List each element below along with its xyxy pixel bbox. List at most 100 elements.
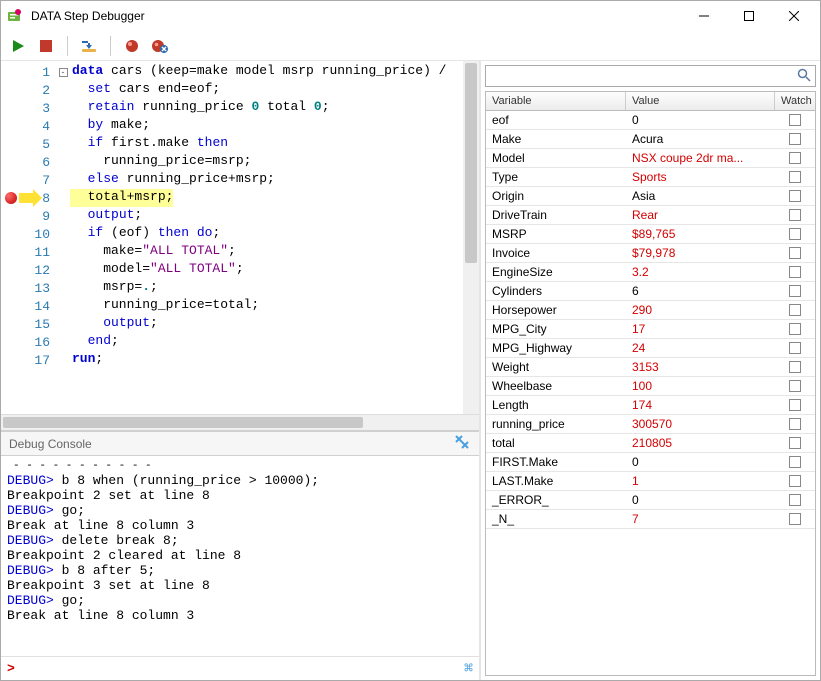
line-gutter[interactable]: 1234567891011121314151617 [1, 61, 56, 414]
fold-cell[interactable] [56, 117, 70, 135]
variable-row[interactable]: total210805 [486, 434, 815, 453]
fold-cell[interactable]: - [56, 63, 70, 81]
watch-checkbox[interactable] [789, 475, 801, 487]
line-number[interactable]: 6 [1, 153, 56, 171]
watch-checkbox[interactable] [789, 399, 801, 411]
watch-checkbox[interactable] [789, 266, 801, 278]
code-area[interactable]: data cars (keep=make model msrp running_… [70, 61, 463, 414]
fold-cell[interactable] [56, 135, 70, 153]
code-line[interactable]: if (eof) then do; [70, 225, 463, 243]
col-value[interactable]: Value [626, 92, 775, 110]
variable-row[interactable]: EngineSize3.2 [486, 263, 815, 282]
variable-row[interactable]: _ERROR_0 [486, 491, 815, 510]
fold-cell[interactable] [56, 279, 70, 297]
variable-row[interactable]: LAST.Make1 [486, 472, 815, 491]
scrollbar-thumb[interactable] [465, 63, 477, 263]
watch-checkbox[interactable] [789, 171, 801, 183]
col-watch[interactable]: Watch [775, 92, 815, 110]
line-number[interactable]: 15 [1, 315, 56, 333]
watch-checkbox[interactable] [789, 133, 801, 145]
line-number[interactable]: 16 [1, 333, 56, 351]
close-button[interactable] [771, 2, 816, 30]
line-number[interactable]: 7 [1, 171, 56, 189]
fold-cell[interactable] [56, 243, 70, 261]
scrollbar-thumb[interactable] [3, 417, 363, 428]
line-number[interactable]: 11 [1, 243, 56, 261]
breakpoint-marker[interactable] [5, 192, 17, 204]
watch-checkbox[interactable] [789, 114, 801, 126]
line-number[interactable]: 8 [1, 189, 56, 207]
fold-cell[interactable] [56, 189, 70, 207]
fold-cell[interactable] [56, 99, 70, 117]
variable-row[interactable]: FIRST.Make0 [486, 453, 815, 472]
search-box[interactable] [485, 65, 816, 87]
line-number[interactable]: 4 [1, 117, 56, 135]
variable-row[interactable]: TypeSports [486, 168, 815, 187]
code-line[interactable]: running_price=msrp; [70, 153, 463, 171]
code-line[interactable]: run; [70, 351, 463, 369]
watch-checkbox[interactable] [789, 418, 801, 430]
watch-checkbox[interactable] [789, 494, 801, 506]
code-line[interactable]: running_price=total; [70, 297, 463, 315]
stop-icon[interactable] [37, 37, 55, 55]
code-line[interactable]: data cars (keep=make model msrp running_… [70, 63, 463, 81]
variable-row[interactable]: OriginAsia [486, 187, 815, 206]
step-icon[interactable] [80, 37, 98, 55]
variable-row[interactable]: MPG_City17 [486, 320, 815, 339]
variable-row[interactable]: eof0 [486, 111, 815, 130]
fold-cell[interactable] [56, 171, 70, 189]
code-editor[interactable]: 1234567891011121314151617 - data cars (k… [1, 61, 479, 414]
variable-row[interactable]: Invoice$79,978 [486, 244, 815, 263]
line-number[interactable]: 1 [1, 63, 56, 81]
code-line[interactable]: else running_price+msrp; [70, 171, 463, 189]
fold-cell[interactable] [56, 207, 70, 225]
variable-row[interactable]: _N_7 [486, 510, 815, 529]
run-icon[interactable] [9, 37, 27, 55]
code-line[interactable]: retain running_price 0 total 0; [70, 99, 463, 117]
line-number[interactable]: 10 [1, 225, 56, 243]
watch-checkbox[interactable] [789, 228, 801, 240]
variable-row[interactable]: Length174 [486, 396, 815, 415]
variable-row[interactable]: MSRP$89,765 [486, 225, 815, 244]
code-line[interactable]: model="ALL TOTAL"; [70, 261, 463, 279]
code-line[interactable]: msrp=.; [70, 279, 463, 297]
breakpoint-icon[interactable] [123, 37, 141, 55]
line-number[interactable]: 5 [1, 135, 56, 153]
watch-checkbox[interactable] [789, 361, 801, 373]
watch-checkbox[interactable] [789, 209, 801, 221]
line-number[interactable]: 13 [1, 279, 56, 297]
line-number[interactable]: 12 [1, 261, 56, 279]
fold-cell[interactable] [56, 315, 70, 333]
editor-horizontal-scrollbar[interactable] [1, 414, 479, 430]
watch-checkbox[interactable] [789, 152, 801, 164]
watch-checkbox[interactable] [789, 247, 801, 259]
watch-checkbox[interactable] [789, 323, 801, 335]
fold-cell[interactable] [56, 81, 70, 99]
line-number[interactable]: 2 [1, 81, 56, 99]
col-variable[interactable]: Variable [486, 92, 626, 110]
fold-cell[interactable] [56, 351, 70, 369]
code-line[interactable]: output; [70, 207, 463, 225]
variable-row[interactable]: Model NSX coupe 2dr ma... [486, 149, 815, 168]
clear-breakpoints-icon[interactable] [151, 37, 169, 55]
watch-checkbox[interactable] [789, 190, 801, 202]
code-line[interactable]: output; [70, 315, 463, 333]
console-output[interactable]: - - - - - - - - - - - DEBUG> b 8 when (r… [1, 456, 479, 656]
watch-checkbox[interactable] [789, 456, 801, 468]
fold-toggle-icon[interactable]: - [59, 68, 68, 77]
variable-row[interactable]: Wheelbase100 [486, 377, 815, 396]
search-icon[interactable] [797, 68, 811, 85]
line-number[interactable]: 17 [1, 351, 56, 369]
code-line[interactable]: end; [70, 333, 463, 351]
watch-checkbox[interactable] [789, 437, 801, 449]
minimize-button[interactable] [681, 2, 726, 30]
variable-row[interactable]: MakeAcura [486, 130, 815, 149]
line-number[interactable]: 9 [1, 207, 56, 225]
code-line[interactable]: set cars end=eof; [70, 81, 463, 99]
watch-checkbox[interactable] [789, 285, 801, 297]
watch-checkbox[interactable] [789, 380, 801, 392]
variable-row[interactable]: running_price300570 [486, 415, 815, 434]
line-number[interactable]: 3 [1, 99, 56, 117]
editor-vertical-scrollbar[interactable] [463, 61, 479, 414]
watch-checkbox[interactable] [789, 513, 801, 525]
